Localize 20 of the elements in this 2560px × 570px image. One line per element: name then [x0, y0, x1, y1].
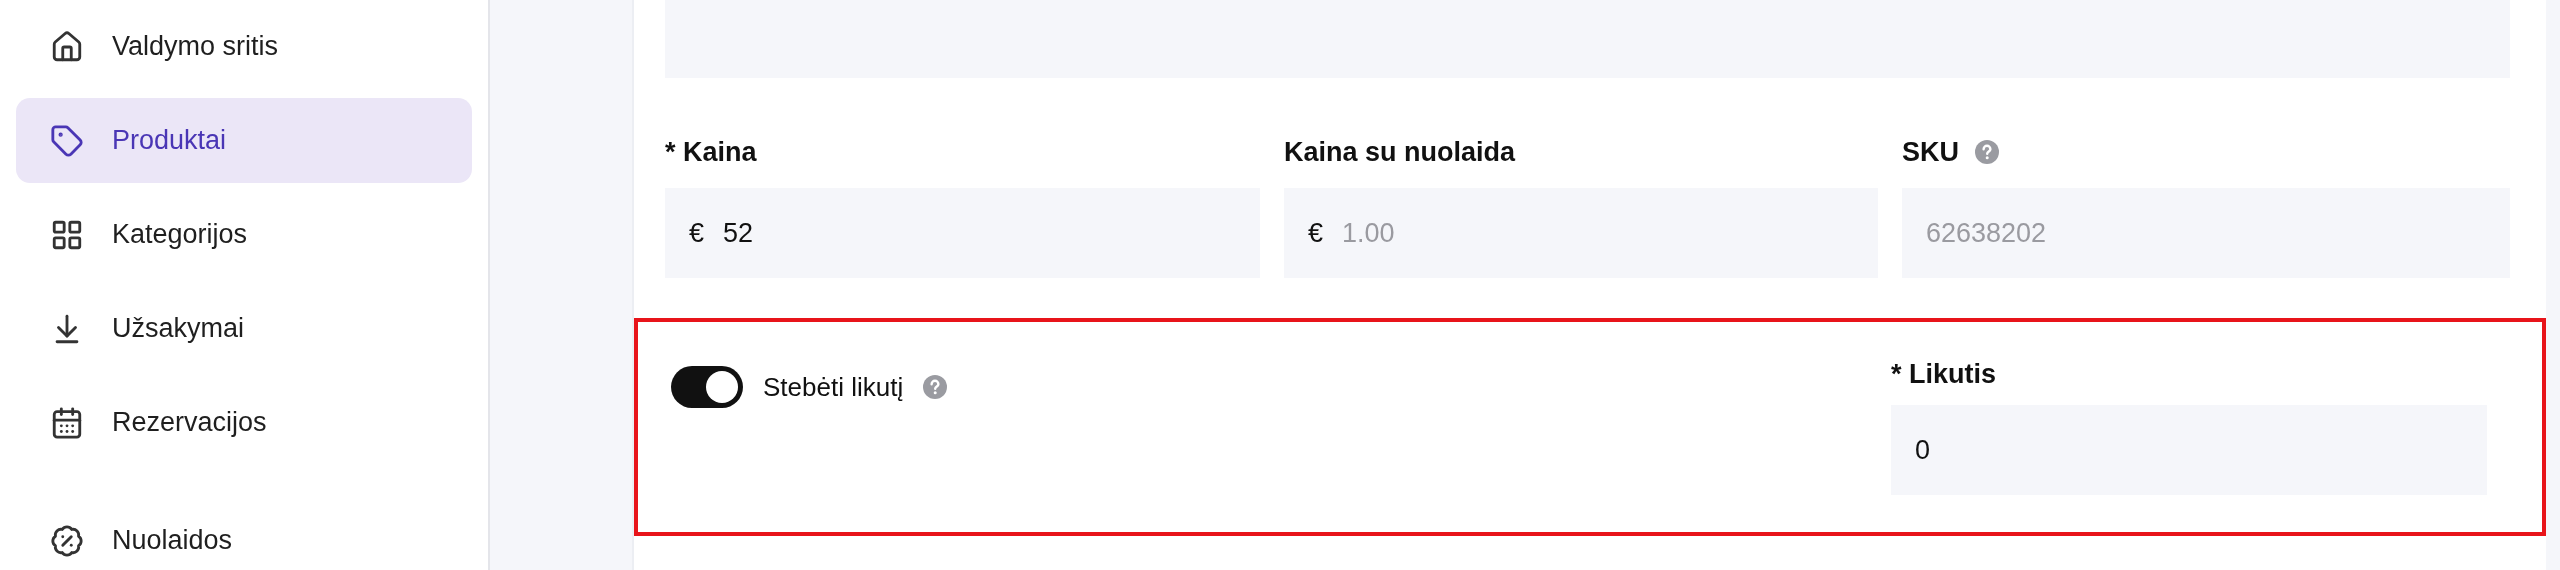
field-label: Kaina su nuolaida — [1284, 136, 1516, 168]
percent-badge-icon — [50, 523, 84, 558]
field-label: SKU — [1902, 136, 1959, 168]
house-icon — [50, 29, 84, 64]
sidebar-item[interactable]: Kategorijos — [16, 192, 472, 277]
input-field[interactable]: 0 — [1891, 405, 2487, 495]
toggle-label: Stebėti likutį — [763, 371, 904, 403]
field-label: * Likutis — [1891, 358, 1997, 390]
calendar-icon — [50, 405, 84, 440]
input-field[interactable]: 62638202 — [1902, 188, 2510, 278]
sidebar-item[interactable]: Nuolaidos — [16, 498, 472, 570]
toggle-switch[interactable] — [671, 366, 743, 408]
field-label: * Kaina — [665, 136, 757, 168]
sidebar-item[interactable]: Valdymo sritis — [16, 4, 472, 89]
tag-icon — [50, 123, 84, 158]
sidebar-item[interactable]: Rezervacijos — [16, 380, 472, 465]
sidebar-item[interactable]: Užsakymai — [16, 286, 472, 371]
sidebar-item[interactable]: Produktai — [16, 98, 472, 183]
currency-prefix: € — [689, 216, 705, 250]
currency-prefix: € — [1308, 216, 1324, 250]
